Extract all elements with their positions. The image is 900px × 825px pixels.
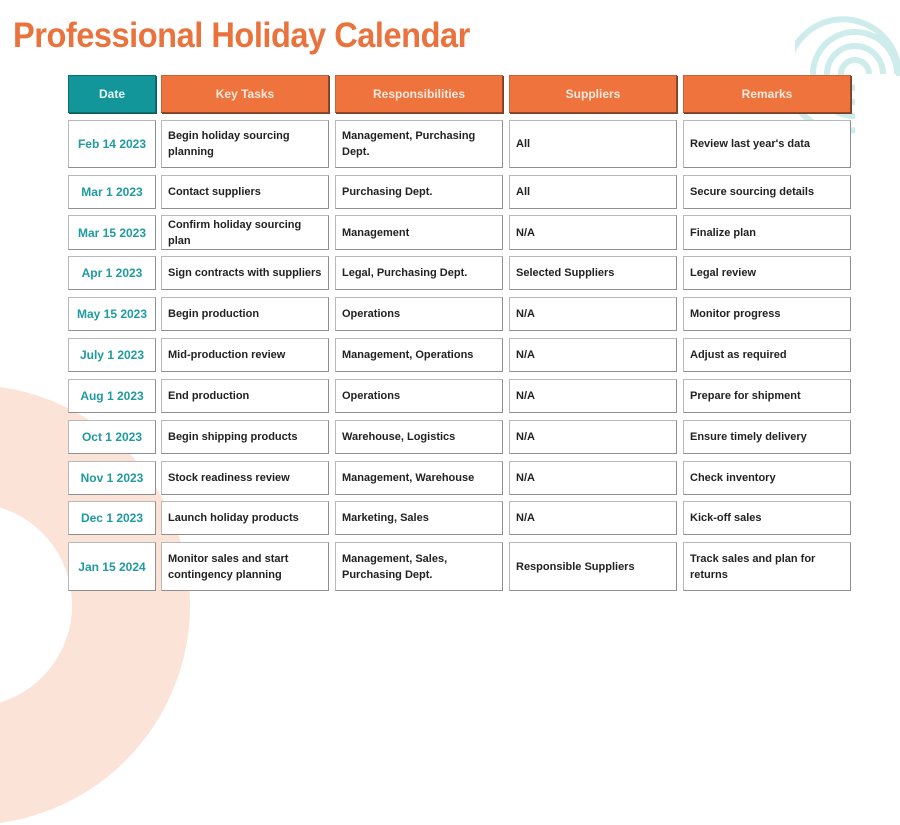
key-task-cell: Stock readiness review (161, 461, 329, 495)
date-cell: Mar 15 2023 (68, 215, 156, 250)
supplier-cell: N/A (509, 379, 677, 413)
supplier-cell: Selected Suppliers (509, 256, 677, 290)
page-title: Professional Holiday Calendar (13, 16, 470, 55)
remark-cell: Legal review (683, 256, 851, 290)
supplier-cell: N/A (509, 420, 677, 454)
supplier-cell: N/A (509, 501, 677, 535)
header-date: Date (68, 75, 156, 113)
date-cell: May 15 2023 (68, 297, 156, 331)
responsibility-cell: Management (335, 215, 503, 250)
responsibility-cell: Operations (335, 379, 503, 413)
date-cell: Dec 1 2023 (68, 501, 156, 535)
remark-cell: Prepare for shipment (683, 379, 851, 413)
header-responsibilities: Responsibilities (335, 75, 503, 113)
remark-cell: Secure sourcing details (683, 175, 851, 209)
date-cell: Feb 14 2023 (68, 120, 156, 168)
supplier-cell: All (509, 120, 677, 168)
key-task-cell: Confirm holiday sourcing plan (161, 215, 329, 250)
key-task-cell: Begin shipping products (161, 420, 329, 454)
supplier-cell: Responsible Suppliers (509, 542, 677, 591)
remark-cell: Review last year's data (683, 120, 851, 168)
date-cell: Mar 1 2023 (68, 175, 156, 209)
responsibility-cell: Management, Operations (335, 338, 503, 372)
key-task-cell: Monitor sales and start contingency plan… (161, 542, 329, 591)
responsibility-cell: Warehouse, Logistics (335, 420, 503, 454)
remark-cell: Kick-off sales (683, 501, 851, 535)
date-cell: Aug 1 2023 (68, 379, 156, 413)
responsibility-cell: Management, Purchasing Dept. (335, 120, 503, 168)
key-task-cell: Sign contracts with suppliers (161, 256, 329, 290)
remark-cell: Track sales and plan for returns (683, 542, 851, 591)
remark-cell: Check inventory (683, 461, 851, 495)
responsibility-cell: Management, Warehouse (335, 461, 503, 495)
date-cell: Nov 1 2023 (68, 461, 156, 495)
responsibility-cell: Management, Sales, Purchasing Dept. (335, 542, 503, 591)
supplier-cell: N/A (509, 338, 677, 372)
supplier-cell: N/A (509, 461, 677, 495)
remark-cell: Monitor progress (683, 297, 851, 331)
date-cell: Apr 1 2023 (68, 256, 156, 290)
responsibility-cell: Operations (335, 297, 503, 331)
remark-cell: Ensure timely delivery (683, 420, 851, 454)
responsibility-cell: Purchasing Dept. (335, 175, 503, 209)
key-task-cell: Contact suppliers (161, 175, 329, 209)
key-task-cell: Begin holiday sourcing planning (161, 120, 329, 168)
key-task-cell: Begin production (161, 297, 329, 331)
key-task-cell: Mid-production review (161, 338, 329, 372)
responsibility-cell: Legal, Purchasing Dept. (335, 256, 503, 290)
header-suppliers: Suppliers (509, 75, 677, 113)
header-remarks: Remarks (683, 75, 851, 113)
date-cell: July 1 2023 (68, 338, 156, 372)
supplier-cell: N/A (509, 215, 677, 250)
responsibility-cell: Marketing, Sales (335, 501, 503, 535)
remark-cell: Adjust as required (683, 338, 851, 372)
header-key-tasks: Key Tasks (161, 75, 329, 113)
remark-cell: Finalize plan (683, 215, 851, 250)
key-task-cell: End production (161, 379, 329, 413)
supplier-cell: N/A (509, 297, 677, 331)
key-task-cell: Launch holiday products (161, 501, 329, 535)
supplier-cell: All (509, 175, 677, 209)
date-cell: Jan 15 2024 (68, 542, 156, 591)
date-cell: Oct 1 2023 (68, 420, 156, 454)
